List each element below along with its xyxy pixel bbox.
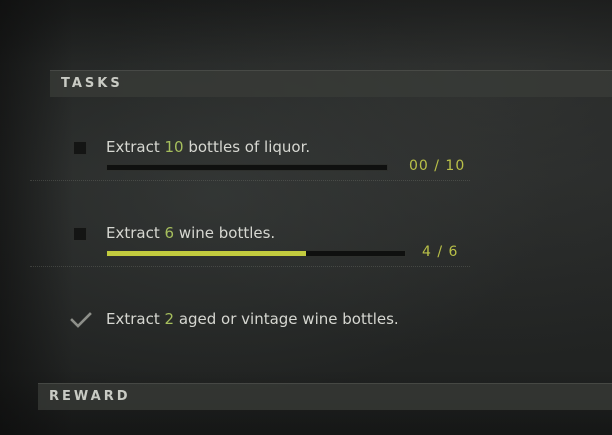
task-target-number: 6 <box>164 224 175 242</box>
checkbox-empty-icon <box>73 141 87 155</box>
task-text-prefix: Extract <box>106 224 165 242</box>
task-text-prefix: Extract <box>106 310 165 328</box>
task-description: Extract 6 wine bottles. <box>106 224 275 242</box>
background-vignette <box>0 0 612 435</box>
task-target-number: 2 <box>164 310 175 328</box>
tasks-section-header: TASKS <box>50 70 612 97</box>
task-text-suffix: bottles of liquor. <box>183 138 311 156</box>
task-progress-count: 4 / 6 <box>422 244 459 260</box>
task-text-suffix: aged or vintage wine bottles. <box>174 310 399 328</box>
task-description: Extract 2 aged or vintage wine bottles. <box>106 310 399 328</box>
task-text-prefix: Extract <box>106 138 165 156</box>
task-target-number: 10 <box>164 138 184 156</box>
task-divider <box>30 266 470 267</box>
task-progress-bar <box>106 250 406 257</box>
task-description: Extract 10 bottles of liquor. <box>106 138 310 156</box>
checkbox-empty-icon <box>73 227 87 241</box>
reward-header-label: REWARD <box>49 389 131 404</box>
task-progress-fill <box>107 251 306 256</box>
reward-section-header: REWARD <box>38 383 612 410</box>
tasks-header-label: TASKS <box>61 76 123 91</box>
task-divider <box>30 180 470 181</box>
task-progress-count: 00 / 10 <box>409 158 466 174</box>
task-progress-bar <box>106 164 388 171</box>
checkmark-icon <box>70 312 92 328</box>
task-text-suffix: wine bottles. <box>174 224 276 242</box>
